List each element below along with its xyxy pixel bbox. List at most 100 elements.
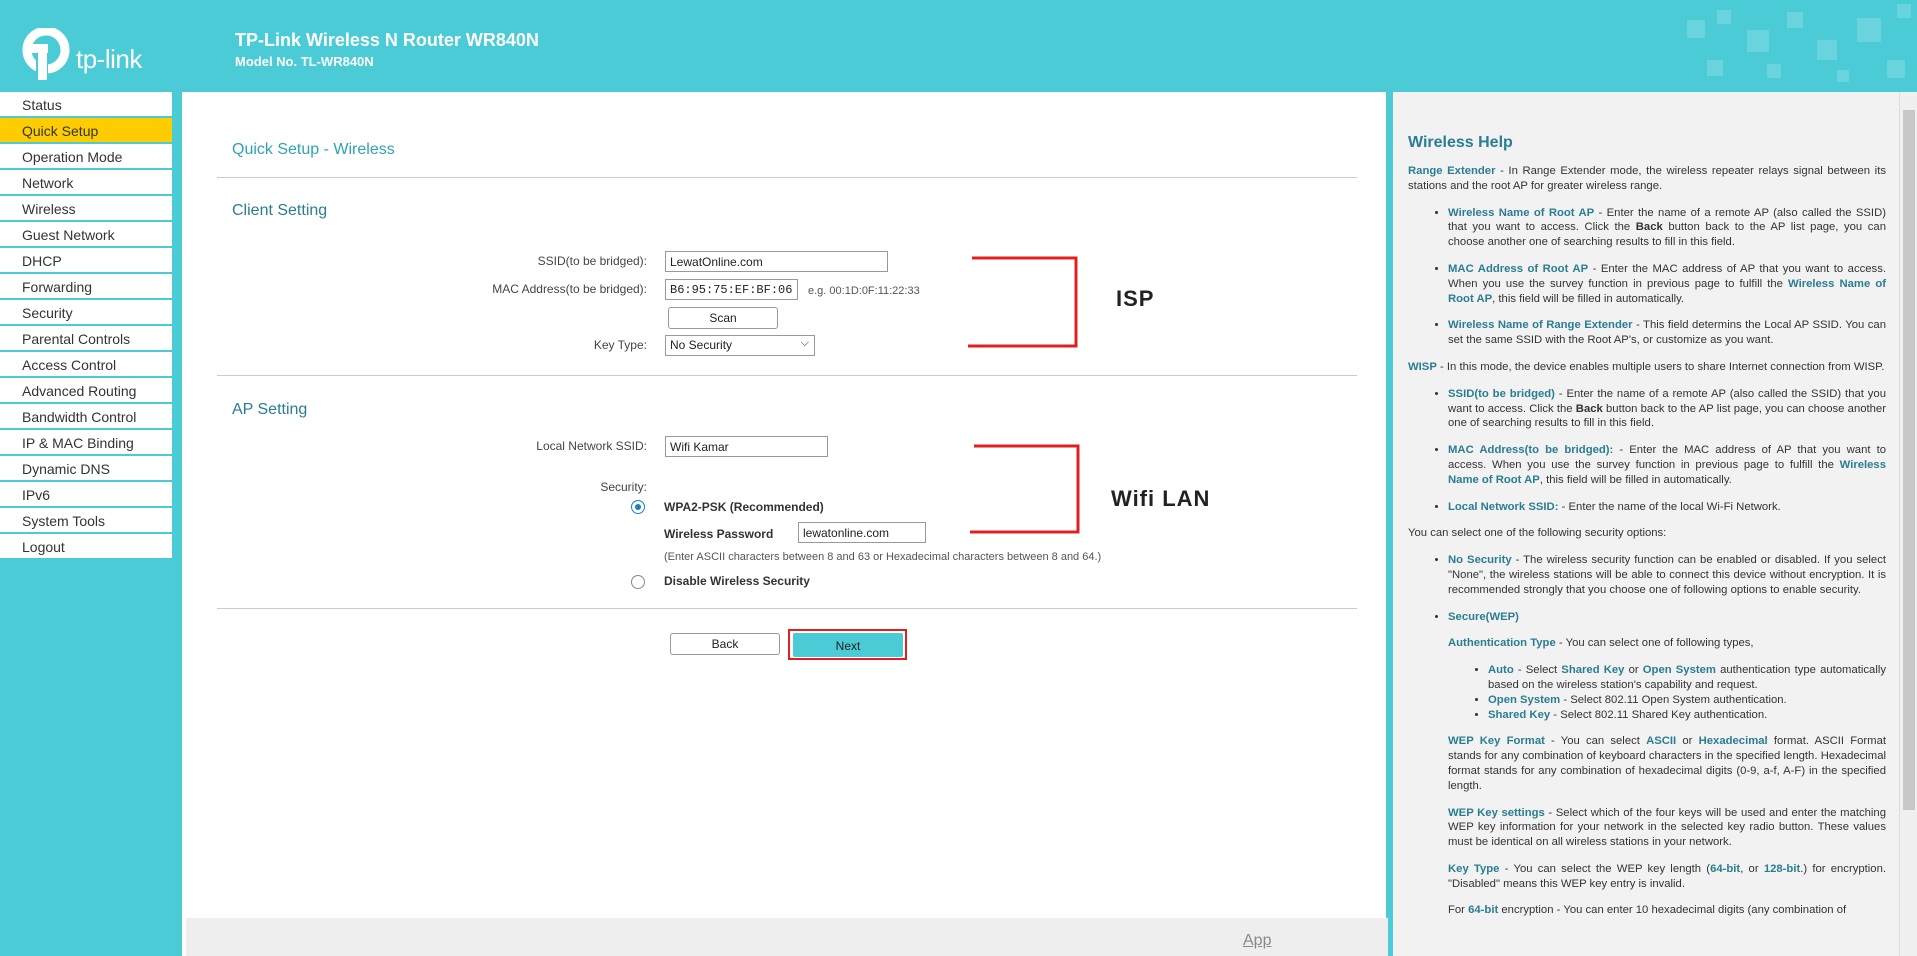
model-number: Model No. TL-WR840N bbox=[235, 54, 374, 69]
sidebar-item-security[interactable]: Security bbox=[0, 300, 172, 326]
wifi-lan-annotation: Wifi LAN bbox=[1111, 486, 1211, 511]
help-body: Range Extender - In Range Extender mode,… bbox=[1408, 164, 1886, 930]
help-text: For bbox=[1448, 904, 1469, 917]
scrollbar-thumb[interactable] bbox=[1903, 110, 1915, 810]
sidebar-item-network[interactable]: Network bbox=[0, 170, 172, 196]
help-term: Wireless Name of Range Extender bbox=[1448, 319, 1633, 332]
help-term: Open System bbox=[1642, 664, 1716, 677]
wpa2-radio[interactable] bbox=[631, 500, 645, 514]
local-ssid-label: Local Network SSID: bbox=[536, 439, 647, 453]
help-text: - You can select the WEP key length ( bbox=[1499, 862, 1711, 875]
footer-bar bbox=[186, 918, 1388, 956]
help-term: WEP Key Format bbox=[1448, 735, 1545, 748]
sidebar-item-status[interactable]: Status bbox=[0, 92, 172, 118]
key-type-label: Key Type: bbox=[593, 338, 647, 352]
password-label: Wireless Password bbox=[664, 527, 774, 541]
sidebar-item-advanced-routing[interactable]: Advanced Routing bbox=[0, 378, 172, 404]
help-panel: Wireless Help Range Extender - In Range … bbox=[1393, 92, 1899, 956]
help-term: 64-bit bbox=[1468, 904, 1499, 917]
ap-setting-title: AP Setting bbox=[232, 401, 308, 418]
help-text: or bbox=[1676, 735, 1699, 748]
disable-security-radio[interactable] bbox=[631, 575, 645, 589]
help-text: , this field will be filled in automatic… bbox=[1492, 292, 1685, 305]
key-type-value: No Security bbox=[670, 338, 733, 352]
help-text: - Select 802.11 Shared Key authenticatio… bbox=[1550, 708, 1768, 721]
list-item: SSID(to be bridged) - Enter the name of … bbox=[1448, 387, 1886, 431]
list-item: MAC Address of Root AP - Enter the MAC a… bbox=[1448, 262, 1886, 306]
list-item: MAC Address(to be bridged): - Enter the … bbox=[1448, 443, 1886, 487]
help-text: Back bbox=[1575, 402, 1603, 415]
help-term: Local Network SSID: bbox=[1448, 500, 1559, 513]
sidebar-item-guest-network[interactable]: Guest Network bbox=[0, 222, 172, 248]
help-term: Authentication Type bbox=[1448, 637, 1556, 650]
back-button[interactable]: Back bbox=[670, 633, 780, 655]
sidebar-item-dhcp[interactable]: DHCP bbox=[0, 248, 172, 274]
logo-text: tp-link bbox=[76, 44, 142, 74]
help-text: encryption - You can enter 10 hexadecima… bbox=[1498, 904, 1847, 917]
help-text: - Select bbox=[1513, 664, 1562, 677]
sidebar-item-quick-setup[interactable]: Quick Setup bbox=[0, 118, 172, 144]
help-term: 128-bit bbox=[1763, 862, 1801, 875]
disable-security-label: Disable Wireless Security bbox=[664, 574, 810, 588]
list-item: Wireless Name of Range Extender - This f… bbox=[1448, 318, 1886, 348]
help-text: - In this mode, the device enables multi… bbox=[1436, 360, 1885, 373]
sidebar-item-forwarding[interactable]: Forwarding bbox=[0, 274, 172, 300]
help-term: Key Type bbox=[1448, 862, 1500, 875]
help-title: Wireless Help bbox=[1408, 134, 1513, 151]
help-text: , or bbox=[1740, 862, 1764, 875]
key-type-select[interactable]: No Security ⌵ bbox=[665, 335, 815, 356]
main-panel bbox=[182, 92, 1386, 956]
local-ssid-input[interactable] bbox=[665, 436, 828, 457]
help-term: ASCII bbox=[1646, 735, 1677, 748]
next-button[interactable]: Next bbox=[793, 633, 903, 657]
list-item: No Security - The wireless security func… bbox=[1448, 553, 1886, 597]
sidebar-item-access-control[interactable]: Access Control bbox=[0, 352, 172, 378]
ssid-input[interactable] bbox=[665, 251, 888, 272]
sidebar-item-ip-mac-binding[interactable]: IP & MAC Binding bbox=[0, 430, 172, 456]
list-item: Secure(WEP) bbox=[1448, 610, 1886, 625]
help-text: You can select one of the following secu… bbox=[1408, 527, 1667, 540]
sidebar-item-operation-mode[interactable]: Operation Mode bbox=[0, 144, 172, 170]
help-term: No Security bbox=[1448, 554, 1512, 567]
header: tp-link TP-Link Wireless N Router WR840N… bbox=[0, 0, 1917, 92]
annotation-brackets bbox=[968, 256, 1080, 534]
help-term: Open System bbox=[1488, 693, 1561, 706]
help-text: , this field will be filled in automatic… bbox=[1539, 473, 1732, 486]
list-item: Open System - Select 802.11 Open System … bbox=[1488, 693, 1886, 708]
isp-annotation: ISP bbox=[1116, 286, 1155, 311]
sidebar-item-bandwidth-control[interactable]: Bandwidth Control bbox=[0, 404, 172, 430]
mac-label: MAC Address(to be bridged): bbox=[492, 282, 647, 296]
password-hint: (Enter ASCII characters between 8 and 63… bbox=[664, 551, 1102, 563]
help-scrollbar[interactable] bbox=[1899, 92, 1917, 956]
sidebar-item-parental-controls[interactable]: Parental Controls bbox=[0, 326, 172, 352]
help-term: Secure(WEP) bbox=[1448, 610, 1519, 623]
scan-button[interactable]: Scan bbox=[668, 307, 778, 329]
help-text: - You can select one of following types, bbox=[1555, 637, 1754, 650]
help-term: MAC Address(to be bridged): bbox=[1448, 444, 1614, 457]
sidebar-nav: Status Quick Setup Operation Mode Networ… bbox=[0, 92, 172, 560]
help-term: Range Extender bbox=[1408, 165, 1496, 177]
sidebar-item-wireless[interactable]: Wireless bbox=[0, 196, 172, 222]
divider bbox=[217, 608, 1357, 609]
password-input[interactable] bbox=[798, 522, 926, 543]
divider bbox=[217, 177, 1357, 178]
mac-hint: e.g. 00:1D:0F:11:22:33 bbox=[808, 285, 920, 297]
list-item: Shared Key - Select 802.11 Shared Key au… bbox=[1488, 708, 1886, 723]
sidebar-item-ipv6[interactable]: IPv6 bbox=[0, 482, 172, 508]
help-text: Back bbox=[1635, 221, 1663, 234]
help-text: - Select 802.11 Open System authenticati… bbox=[1560, 693, 1787, 706]
header-pattern-decoration bbox=[1687, 4, 1911, 82]
help-term: Shared Key bbox=[1488, 708, 1551, 721]
sidebar-item-logout[interactable]: Logout bbox=[0, 534, 172, 560]
sidebar-item-dynamic-dns[interactable]: Dynamic DNS bbox=[0, 456, 172, 482]
wpa2-label: WPA2-PSK (Recommended) bbox=[664, 500, 824, 514]
router-title: TP-Link Wireless N Router WR840N bbox=[235, 30, 539, 50]
app-link[interactable]: App bbox=[1243, 932, 1271, 950]
sidebar-item-system-tools[interactable]: System Tools bbox=[0, 508, 172, 534]
help-term: Shared Key bbox=[1561, 664, 1625, 677]
help-text: or bbox=[1624, 664, 1643, 677]
list-item: Wireless Name of Root AP - Enter the nam… bbox=[1448, 206, 1886, 250]
chevron-down-icon: ⌵ bbox=[800, 337, 809, 349]
help-term: Wireless Name of Root AP bbox=[1448, 206, 1595, 219]
mac-input[interactable] bbox=[665, 279, 798, 300]
